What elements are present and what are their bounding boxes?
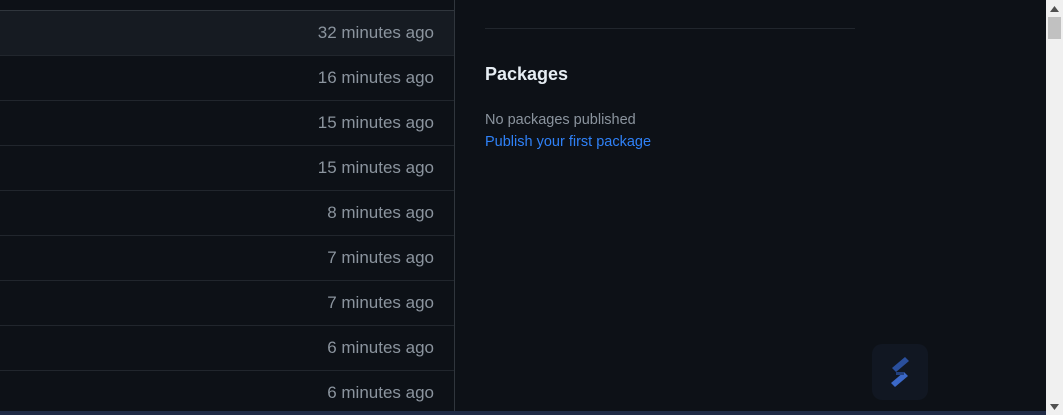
scroll-down-button[interactable] — [1046, 398, 1063, 415]
file-row[interactable]: 6 minutes ago — [0, 326, 454, 371]
scrollbar-thumb[interactable] — [1048, 17, 1061, 39]
commit-time: 16 minutes ago — [317, 68, 434, 87]
commit-time: 15 minutes ago — [317, 113, 434, 132]
publish-package-link[interactable]: Publish your first package — [485, 134, 651, 150]
commit-time: 7 minutes ago — [327, 293, 434, 312]
file-row[interactable]: 32 minutes ago — [0, 11, 454, 56]
commit-time: 8 minutes ago — [327, 203, 434, 222]
scroll-up-button[interactable] — [1046, 0, 1063, 17]
file-row[interactable]: 16 minutes ago — [0, 56, 454, 101]
floating-widget-button[interactable] — [872, 344, 928, 400]
file-row[interactable]: 6 minutes ago — [0, 371, 454, 415]
triangle-up-icon — [1050, 5, 1059, 12]
file-row[interactable]: 8 minutes ago — [0, 191, 454, 236]
commit-time: 7 minutes ago — [327, 248, 434, 267]
commit-time: 6 minutes ago — [327, 383, 434, 402]
packages-empty-text: No packages published — [485, 112, 636, 128]
triangle-down-icon — [1050, 403, 1059, 410]
file-row[interactable]: 7 minutes ago — [0, 236, 454, 281]
file-row[interactable]: 15 minutes ago — [0, 146, 454, 191]
sidebar-divider — [485, 28, 855, 29]
packages-heading[interactable]: Packages — [485, 64, 568, 85]
file-list-top-edge — [0, 0, 454, 11]
stylized-s-logo-icon — [891, 357, 909, 387]
commit-time: 32 minutes ago — [317, 23, 434, 42]
file-list: 32 minutes ago 16 minutes ago 15 minutes… — [0, 0, 455, 415]
commit-time: 15 minutes ago — [317, 158, 434, 177]
repository-page: 32 minutes ago 16 minutes ago 15 minutes… — [0, 0, 1063, 415]
file-row[interactable]: 7 minutes ago — [0, 281, 454, 326]
commit-time: 6 minutes ago — [327, 338, 434, 357]
bottom-edge-strip — [0, 411, 1046, 415]
vertical-scrollbar[interactable] — [1046, 0, 1063, 415]
file-row[interactable]: 15 minutes ago — [0, 101, 454, 146]
